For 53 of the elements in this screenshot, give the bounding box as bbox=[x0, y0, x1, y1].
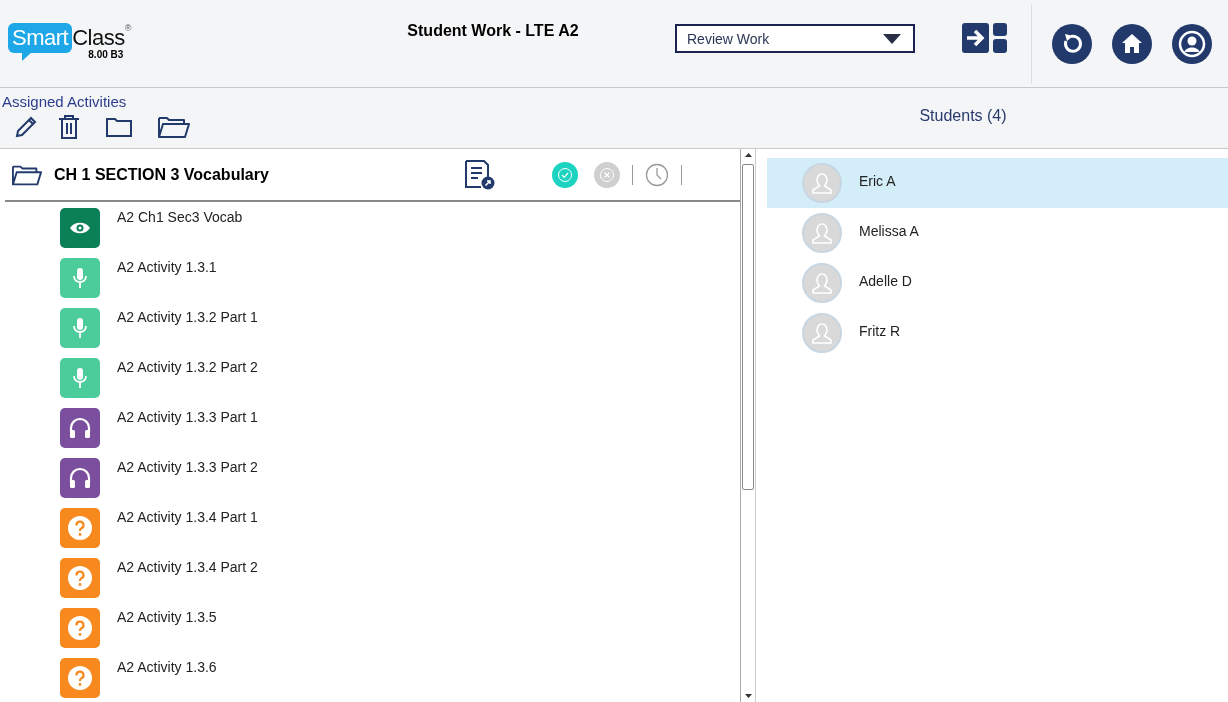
avatar-icon bbox=[802, 313, 842, 353]
activity-title[interactable]: A2 Ch1 Sec3 Vocab bbox=[117, 209, 243, 225]
students-heading: Students (4) bbox=[919, 107, 1007, 126]
open-folder-icon[interactable] bbox=[12, 163, 42, 186]
folder-icon[interactable] bbox=[106, 117, 132, 137]
activity-title[interactable]: A2 Activity 1.3.1 bbox=[117, 259, 217, 275]
avatar-icon bbox=[802, 163, 842, 203]
clock-icon[interactable] bbox=[645, 162, 669, 187]
section-title: Assigned Activities bbox=[2, 93, 128, 110]
scroll-thumb[interactable] bbox=[742, 164, 754, 490]
activity-title[interactable]: A2 Activity 1.3.6 bbox=[117, 659, 217, 675]
student-row[interactable]: Eric A bbox=[767, 158, 1228, 208]
arrow-into-panels-icon[interactable] bbox=[962, 22, 1007, 53]
speech-bubble-tail-icon bbox=[22, 51, 32, 61]
activity-title[interactable]: A2 Activity 1.3.4 Part 1 bbox=[117, 509, 258, 525]
logo-word: Smart bbox=[8, 22, 73, 53]
activity-title[interactable]: A2 Activity 1.3.2 Part 1 bbox=[117, 309, 258, 325]
registered-mark: ® bbox=[124, 22, 132, 33]
refresh-icon[interactable] bbox=[1052, 23, 1092, 64]
activity-title[interactable]: A2 Activity 1.3.2 Part 2 bbox=[117, 359, 258, 375]
activity-type-icon bbox=[60, 658, 100, 698]
report-export-icon[interactable] bbox=[464, 159, 496, 190]
check-circle-icon[interactable] bbox=[552, 161, 578, 188]
activity-type-icon bbox=[60, 508, 100, 548]
activity-type-icon bbox=[60, 408, 100, 448]
user-profile-icon[interactable] bbox=[1172, 23, 1212, 64]
version-label: 8.00 B3 bbox=[88, 48, 124, 60]
student-row[interactable]: Melissa A bbox=[767, 208, 1228, 258]
delete-icon[interactable] bbox=[58, 115, 80, 139]
caret-icon bbox=[883, 33, 901, 44]
avatar-icon bbox=[802, 213, 842, 253]
activity-type-icon bbox=[60, 608, 100, 648]
logo-word: Class bbox=[72, 23, 125, 50]
home-icon[interactable] bbox=[1112, 23, 1152, 64]
activity-type-icon bbox=[60, 308, 100, 348]
folder-title: CH 1 SECTION 3 Vocabulary bbox=[54, 165, 270, 184]
activity-type-icon bbox=[60, 558, 100, 598]
page-title: Student Work - LTE A2 bbox=[406, 21, 580, 40]
scrollbar[interactable] bbox=[740, 149, 755, 702]
activity-title[interactable]: A2 Activity 1.3.3 Part 2 bbox=[117, 459, 258, 475]
open-folder-icon[interactable] bbox=[158, 116, 190, 138]
activity-title[interactable]: A2 Activity 1.3.3 Part 1 bbox=[117, 409, 258, 425]
activity-title[interactable]: A2 Activity 1.3.5 bbox=[117, 609, 217, 625]
activity-type-icon bbox=[60, 358, 100, 398]
student-row[interactable]: Fritz R bbox=[767, 308, 1228, 358]
activity-title[interactable]: A2 Activity 1.3.4 Part 2 bbox=[117, 559, 258, 575]
edit-icon[interactable] bbox=[14, 115, 38, 139]
mode-dropdown[interactable]: Review Work bbox=[675, 24, 915, 53]
activity-type-icon bbox=[60, 458, 100, 498]
activity-type-icon bbox=[60, 258, 100, 298]
student-row[interactable]: Adelle D bbox=[767, 258, 1228, 308]
avatar-icon bbox=[802, 263, 842, 303]
activity-type-icon bbox=[60, 208, 100, 248]
